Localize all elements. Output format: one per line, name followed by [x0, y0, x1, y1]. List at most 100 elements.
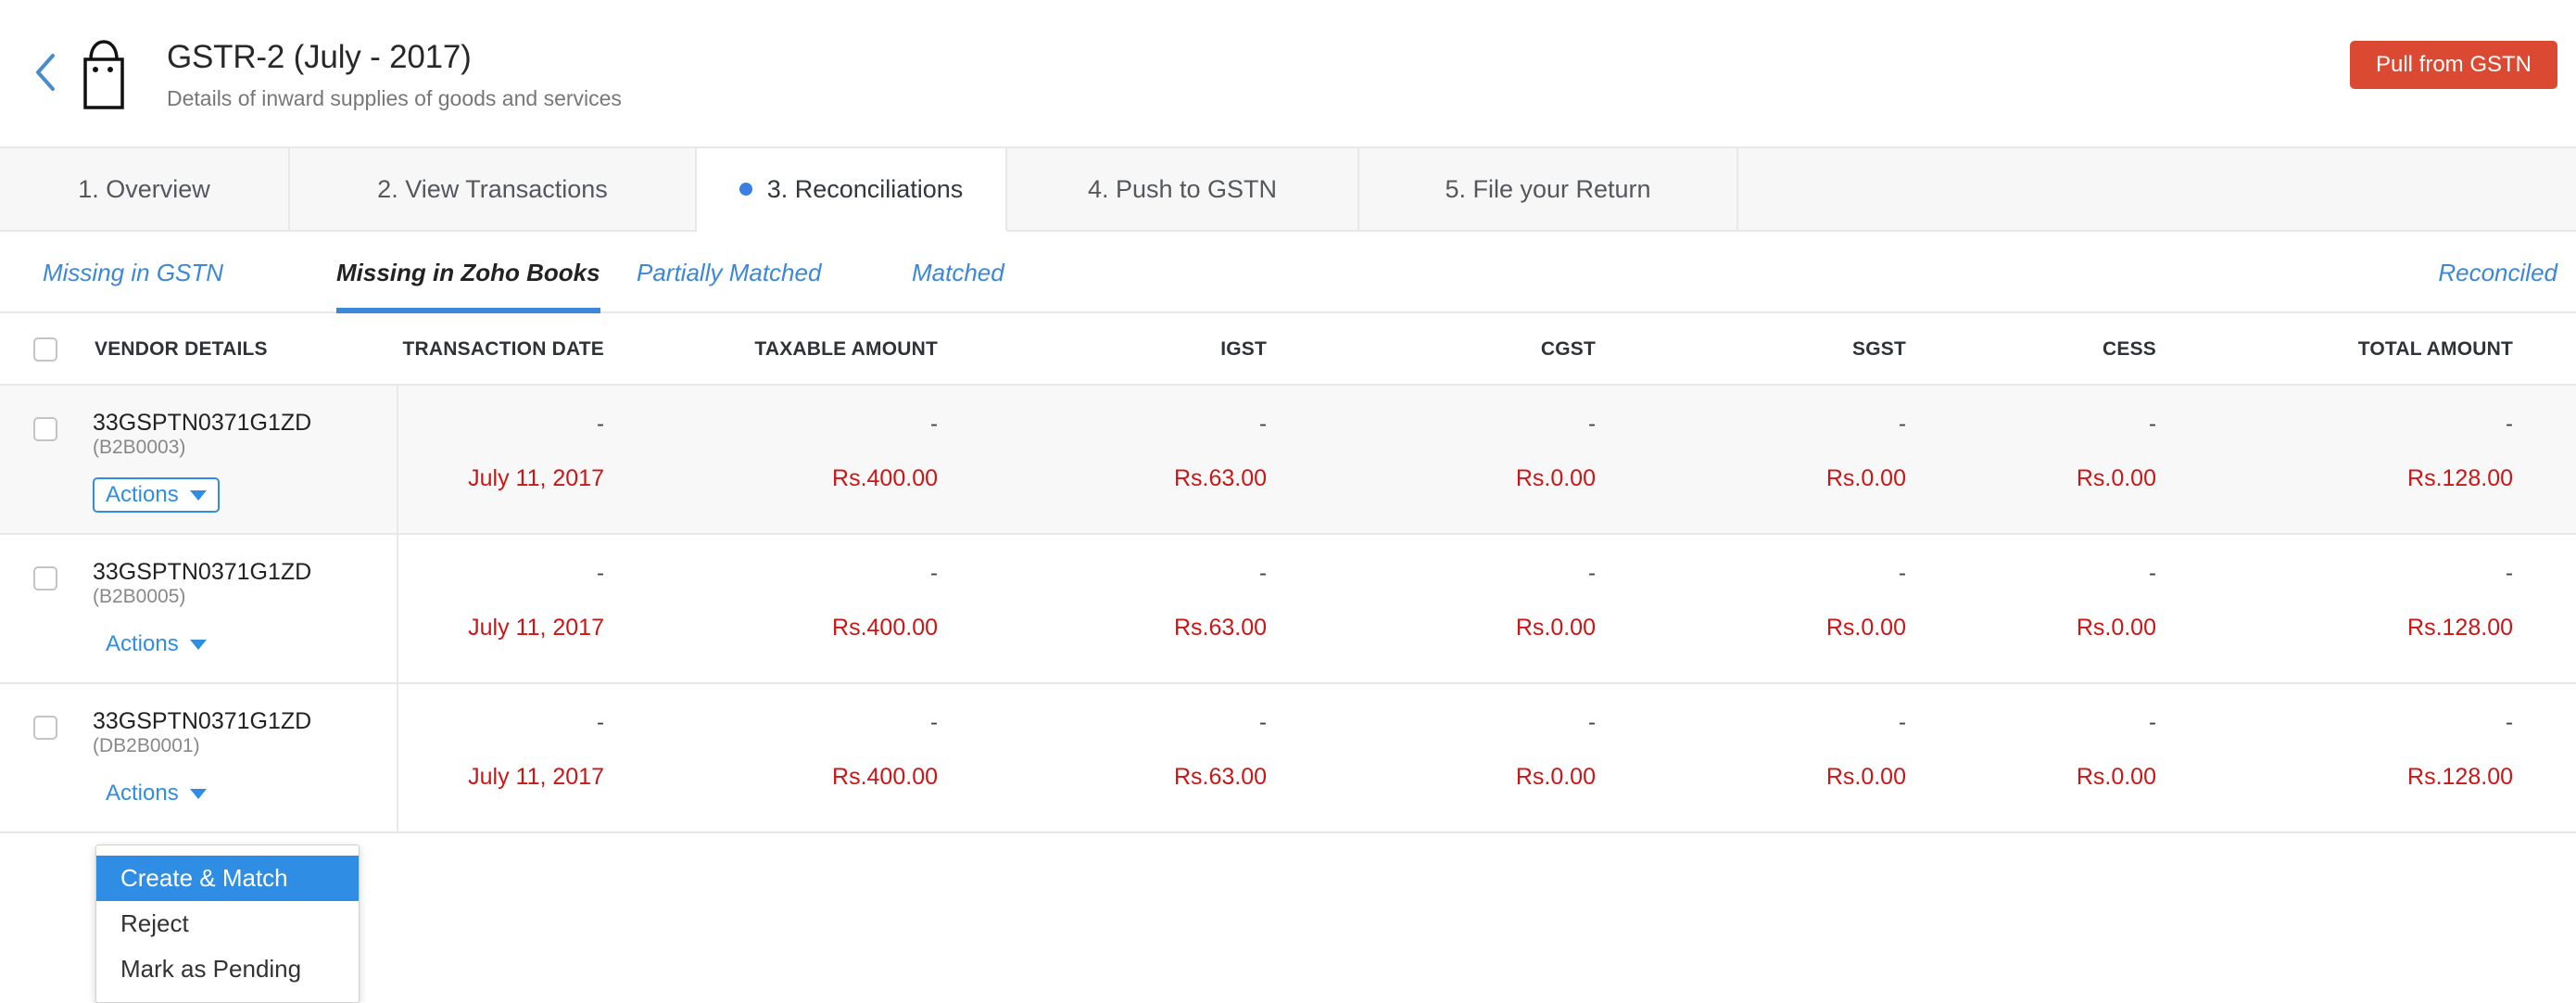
sub-navigation: Missing in GSTN Missing in Zoho Books Pa… — [0, 232, 2576, 313]
total-amount-value: Rs.128.00 — [2407, 764, 2513, 790]
subnav-item-missing-in-zoho-books-label: Missing in Zoho Books — [336, 258, 600, 286]
sgst-value: Rs.0.00 — [1825, 615, 1906, 641]
table-row[interactable]: 33GSPTN0371G1ZD (DB2B0001) Actions - Jul… — [0, 684, 2576, 833]
chevron-down-icon — [189, 788, 207, 799]
page-header: GSTR-2 (July - 2017) Details of inward s… — [0, 0, 2576, 148]
menu-item-create-and-match[interactable]: Create & Match — [96, 856, 359, 901]
taxable-amount-value: Rs.400.00 — [832, 465, 938, 491]
row-checkbox-cell — [0, 386, 93, 441]
taxable-amount-value: Rs.400.00 — [832, 764, 938, 790]
column-header-total-amount: TOTAL AMOUNT — [2357, 338, 2513, 360]
cess-value: Rs.0.00 — [2076, 465, 2156, 491]
igst-value: Rs.63.00 — [1173, 465, 1267, 491]
vendor-reference-code: (B2B0003) — [93, 437, 186, 458]
step-tabs-filler — [1738, 148, 2576, 230]
column-header-igst: IGST — [1220, 338, 1267, 360]
sgst-cell: - Rs.0.00 — [1640, 386, 1951, 493]
sgst-cell: - Rs.0.00 — [1640, 684, 1951, 792]
vendor-gstin: 33GSPTN0371G1ZD — [93, 708, 312, 734]
actions-dropdown-label: Actions — [106, 781, 179, 806]
subnav-item-partially-matched[interactable]: Partially Matched — [637, 232, 821, 313]
select-all-checkbox[interactable] — [33, 337, 57, 362]
tab-reconciliations[interactable]: 3. Reconciliations — [697, 148, 1007, 232]
transaction-date-value: July 11, 2017 — [468, 465, 604, 491]
tab-file-your-return[interactable]: 5. File your Return — [1359, 148, 1738, 230]
subnav-item-missing-in-zoho-books[interactable]: Missing in Zoho Books — [336, 232, 600, 313]
row-checkbox[interactable] — [33, 566, 57, 590]
column-header-taxable-amount: TAXABLE AMOUNT — [754, 338, 938, 360]
back-button[interactable] — [26, 48, 65, 96]
cgst-cell: - Rs.0.00 — [1311, 386, 1640, 493]
sgst-dash: - — [1899, 710, 1906, 735]
vendor-details-cell: 33GSPTN0371G1ZD (B2B0003) Actions — [93, 386, 398, 533]
cgst-dash: - — [1588, 561, 1596, 586]
total-amount-dash: - — [2506, 412, 2513, 437]
chevron-down-icon — [189, 489, 207, 501]
taxable-amount-value: Rs.400.00 — [832, 615, 938, 641]
pull-from-gstn-button[interactable]: Pull from GSTN — [2349, 41, 2557, 89]
tab-push-to-gstn[interactable]: 4. Push to GSTN — [1007, 148, 1359, 230]
select-all-checkbox-cell — [0, 313, 93, 386]
vendor-line: 33GSPTN0371G1ZD (B2B0005) — [93, 559, 397, 608]
reconciled-link[interactable]: Reconciled — [2438, 232, 2557, 313]
table-header-row: VENDOR DETAILS TRANSACTION DATE TAXABLE … — [0, 313, 2576, 386]
row-checkbox[interactable] — [33, 716, 57, 740]
subnav-item-partially-matched-label: Partially Matched — [637, 258, 822, 286]
cess-dash: - — [2149, 710, 2156, 735]
column-header-transaction-date: TRANSACTION DATE — [402, 338, 604, 360]
table-row[interactable]: 33GSPTN0371G1ZD (B2B0005) Actions - July… — [0, 535, 2576, 684]
table-row[interactable]: 33GSPTN0371G1ZD (B2B0003) Actions - July… — [0, 386, 2576, 535]
actions-wrapper: Actions — [93, 477, 397, 513]
column-header-cgst: CGST — [1540, 338, 1596, 360]
vendor-reference-code: (DB2B0001) — [93, 735, 200, 756]
taxable-amount-dash: - — [930, 561, 938, 586]
igst-value: Rs.63.00 — [1173, 615, 1267, 641]
total-amount-cell: - Rs.128.00 — [2201, 386, 2557, 493]
taxable-amount-dash: - — [930, 710, 938, 735]
cgst-value: Rs.0.00 — [1515, 465, 1596, 491]
sgst-value: Rs.0.00 — [1825, 465, 1906, 491]
taxable-amount-cell: - Rs.400.00 — [649, 684, 982, 792]
igst-cell: - Rs.63.00 — [982, 535, 1311, 642]
actions-dropdown-button[interactable]: Actions — [93, 477, 220, 513]
tab-file-your-return-label: 5. File your Return — [1445, 174, 1651, 203]
total-amount-cell: - Rs.128.00 — [2201, 684, 2557, 792]
actions-dropdown-button[interactable]: Actions — [93, 627, 220, 662]
igst-cell: - Rs.63.00 — [982, 684, 1311, 792]
tab-view-transactions[interactable]: 2. View Transactions — [290, 148, 697, 230]
actions-wrapper: Actions — [93, 627, 397, 662]
menu-item-reject[interactable]: Reject — [96, 901, 359, 946]
transaction-date-cell: - July 11, 2017 — [398, 386, 649, 493]
reconciliation-table: VENDOR DETAILS TRANSACTION DATE TAXABLE … — [0, 313, 2576, 1003]
igst-dash: - — [1259, 710, 1267, 735]
subnav-item-missing-in-gstn-label: Missing in GSTN — [43, 258, 224, 286]
actions-dropdown-button[interactable]: Actions — [93, 776, 220, 811]
cgst-dash: - — [1588, 710, 1596, 735]
row-checkbox[interactable] — [33, 417, 57, 441]
transaction-date-dash: - — [597, 710, 604, 735]
actions-dropdown-menu: Create & Match Reject Mark as Pending — [95, 844, 360, 1003]
igst-dash: - — [1259, 412, 1267, 437]
transaction-date-dash: - — [597, 412, 604, 437]
cess-cell: - Rs.0.00 — [1951, 684, 2201, 792]
row-checkbox-cell — [0, 535, 93, 590]
cgst-dash: - — [1588, 412, 1596, 437]
shopping-bag-icon — [72, 35, 135, 113]
cess-value: Rs.0.00 — [2076, 764, 2156, 790]
column-header-cess: CESS — [2102, 338, 2156, 360]
total-amount-dash: - — [2506, 561, 2513, 586]
subnav-item-matched[interactable]: Matched — [912, 232, 1004, 313]
vendor-line: 33GSPTN0371G1ZD (DB2B0001) — [93, 708, 397, 757]
sgst-cell: - Rs.0.00 — [1640, 535, 1951, 642]
subnav-item-missing-in-gstn[interactable]: Missing in GSTN — [43, 232, 223, 313]
vendor-gstin: 33GSPTN0371G1ZD — [93, 410, 312, 436]
row-checkbox-cell — [0, 684, 93, 740]
tab-overview[interactable]: 1. Overview — [0, 148, 290, 230]
cgst-value: Rs.0.00 — [1515, 615, 1596, 641]
total-amount-value: Rs.128.00 — [2407, 615, 2513, 641]
vendor-details-cell: 33GSPTN0371G1ZD (DB2B0001) Actions — [93, 684, 398, 832]
taxable-amount-cell: - Rs.400.00 — [649, 386, 982, 493]
subnav-item-matched-label: Matched — [912, 258, 1004, 286]
menu-item-mark-as-pending[interactable]: Mark as Pending — [96, 946, 359, 992]
cess-value: Rs.0.00 — [2076, 615, 2156, 641]
